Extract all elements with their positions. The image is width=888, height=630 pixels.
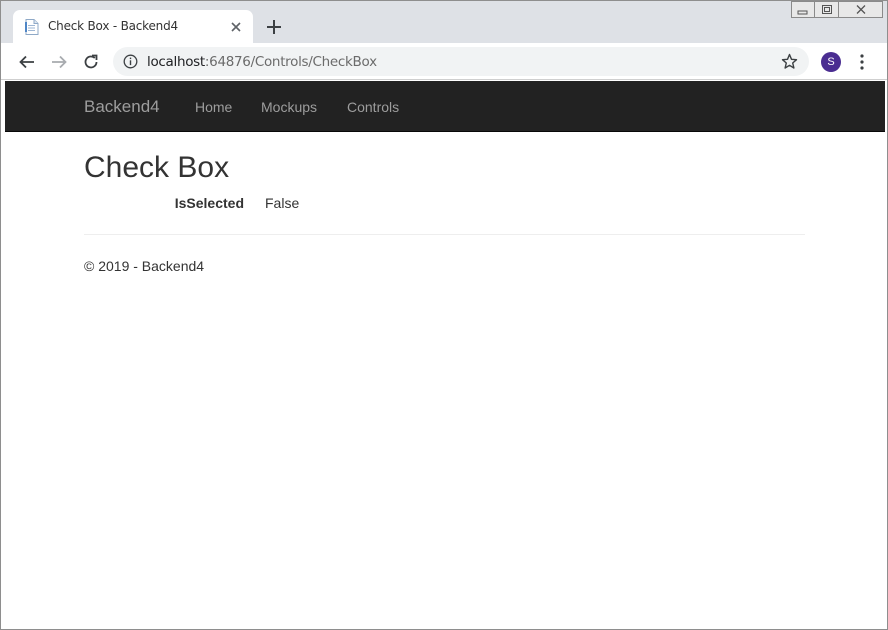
page-icon (25, 19, 39, 35)
minimize-icon (797, 10, 808, 14)
back-arrow-icon (19, 55, 34, 69)
browser-toolbar: localhost:64876/Controls/CheckBox S (1, 43, 887, 80)
field-label: IsSelected (174, 195, 244, 211)
nav-link-controls[interactable]: Controls (347, 99, 399, 115)
profile-avatar[interactable]: S (821, 52, 841, 72)
divider (84, 234, 805, 235)
restore-icon (821, 5, 832, 14)
close-window-icon (856, 5, 865, 14)
more-menu-icon[interactable] (854, 53, 870, 71)
reload-icon (84, 54, 98, 69)
info-icon[interactable] (123, 54, 138, 69)
bookmark-star-icon[interactable] (781, 53, 798, 70)
url-host: localhost (147, 54, 205, 70)
forward-button[interactable] (49, 52, 69, 72)
site-brand-link[interactable]: Backend4 (84, 97, 160, 117)
url-path: :64876/Controls/CheckBox (204, 54, 377, 70)
site-navbar: Backend4 Home Mockups Controls (5, 81, 885, 132)
browser-tab[interactable]: Check Box - Backend4 (13, 10, 253, 43)
nav-link-mockups[interactable]: Mockups (261, 99, 317, 115)
new-tab-icon[interactable] (264, 17, 284, 37)
reload-button[interactable] (81, 52, 101, 72)
browser-window: Check Box - Backend4 localhost:64876/Con… (0, 0, 888, 630)
field-value: False (265, 195, 300, 211)
restore-button[interactable] (815, 1, 839, 18)
close-window-button[interactable] (839, 1, 883, 18)
minimize-button[interactable] (791, 1, 815, 18)
tab-strip: Check Box - Backend4 (1, 1, 887, 43)
nav-link-home[interactable]: Home (195, 99, 232, 115)
window-controls (791, 1, 883, 19)
tab-title: Check Box - Backend4 (48, 19, 178, 33)
back-button[interactable] (17, 52, 37, 72)
page-title: Check Box (84, 151, 230, 184)
footer-text: © 2019 - Backend4 (84, 258, 205, 274)
url-text: localhost:64876/Controls/CheckBox (147, 54, 377, 70)
close-tab-icon[interactable] (228, 19, 244, 35)
forward-arrow-icon (52, 55, 67, 69)
address-bar[interactable]: localhost:64876/Controls/CheckBox (113, 47, 809, 76)
